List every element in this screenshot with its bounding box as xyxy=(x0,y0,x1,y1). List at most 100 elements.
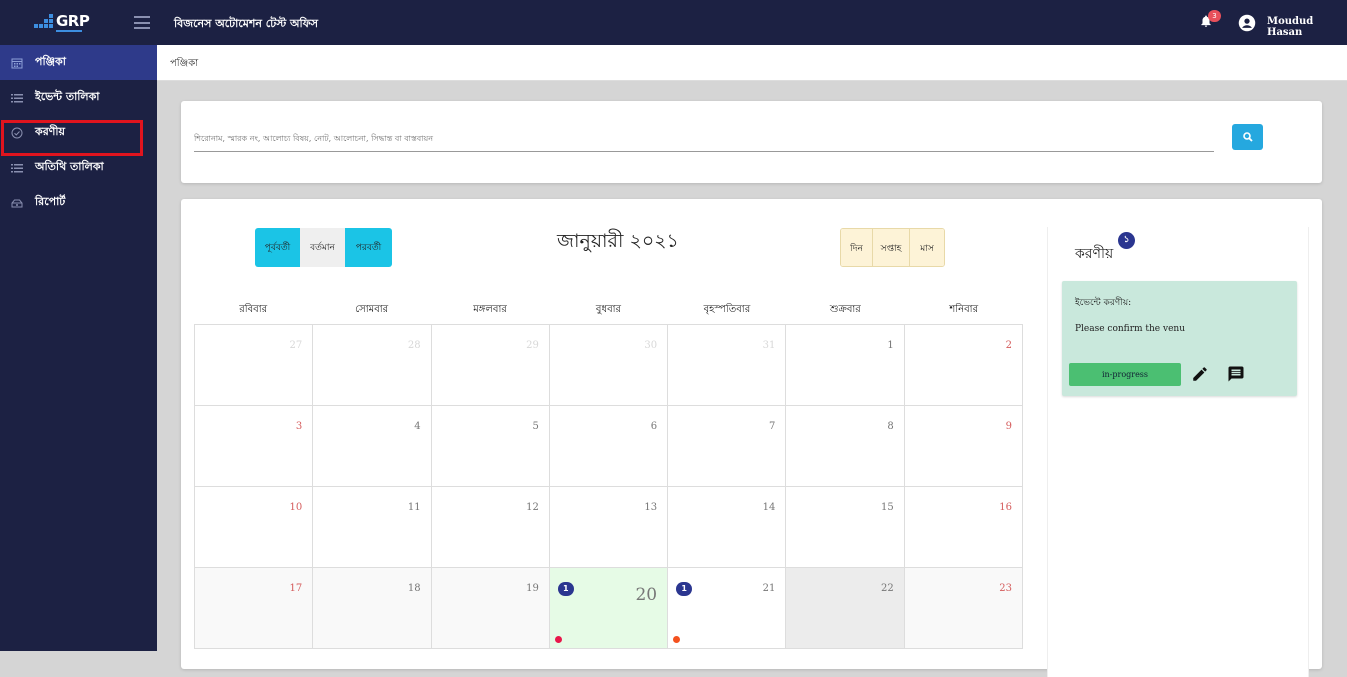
calendar-day-cell[interactable]: 17 xyxy=(195,568,314,649)
calendar-grid: 27 28 29 30 31 1 2 3 4 5 6 7 8 9 10 11 12 13 14 15 16 17 18 19 2… xyxy=(194,324,1023,649)
status-button[interactable]: in-progress xyxy=(1069,363,1181,386)
grp-logo[interactable]: GRP xyxy=(34,11,94,35)
calendar-nav-group: পূর্ববর্তী বর্তমান পরবর্তী xyxy=(255,228,392,267)
calendar-icon xyxy=(11,57,23,69)
calendar-day-cell[interactable]: 13 xyxy=(549,487,669,568)
day-number: 10 xyxy=(289,502,303,513)
calendar-day-cell[interactable]: 28 xyxy=(313,325,432,406)
logo-text: GRP xyxy=(56,12,90,30)
comment-icon[interactable] xyxy=(1227,365,1245,383)
calendar-day-cell[interactable]: 29 xyxy=(431,325,550,406)
edit-pencil-icon[interactable] xyxy=(1191,365,1209,383)
day-number: 16 xyxy=(999,502,1012,513)
calendar-month-title: জানুয়ারী ২০২১ xyxy=(557,230,679,252)
sidebar-item-calendar[interactable]: পঞ্জিকা xyxy=(0,45,157,80)
todo-card-text: Please confirm the venu xyxy=(1075,324,1185,334)
event-dot[interactable] xyxy=(554,636,562,643)
list-icon xyxy=(11,92,23,104)
next-button[interactable]: পরবর্তী xyxy=(345,228,392,267)
calendar-day-cell[interactable]: 6 xyxy=(549,406,669,487)
day-number: 15 xyxy=(880,502,894,513)
day-number: 13 xyxy=(644,502,658,513)
day-number: 29 xyxy=(526,340,539,351)
day-number: 20 xyxy=(635,585,658,605)
calendar-day-cell[interactable]: 12 xyxy=(431,487,550,568)
event-count-badge[interactable]: 1 xyxy=(557,582,574,596)
day-number: 6 xyxy=(650,421,658,432)
calendar-day-cell-today[interactable]: 20 1 xyxy=(549,568,669,649)
calendar-day-cell[interactable]: 22 xyxy=(786,568,905,649)
calendar-day-cell[interactable]: 2 xyxy=(904,325,1023,406)
sidebar-item-label: পঞ্জিকা xyxy=(35,55,66,68)
day-number: 4 xyxy=(414,421,421,432)
user-avatar-icon[interactable] xyxy=(1238,14,1256,32)
calendar-day-cell[interactable]: 14 xyxy=(668,487,787,568)
sidebar-item-label: রিপোর্ট xyxy=(35,195,66,208)
view-month-button[interactable]: মাস xyxy=(910,229,944,266)
day-number: 21 xyxy=(762,583,776,594)
calendar-day-cell[interactable]: 16 xyxy=(904,487,1023,568)
search-button[interactable] xyxy=(1232,124,1263,150)
day-number: 1 xyxy=(887,340,894,351)
calendar-day-cell[interactable]: 31 xyxy=(668,325,787,406)
day-number: 11 xyxy=(407,502,421,513)
calendar-day-cell[interactable]: 3 xyxy=(195,406,314,487)
calendar-day-cell[interactable]: 4 xyxy=(313,406,432,487)
weekday-label: শুক্রবার xyxy=(829,304,861,315)
calendar-view-group: দিন সপ্তাহ মাস xyxy=(840,228,945,267)
calendar-day-cell[interactable]: 1 xyxy=(786,325,905,406)
view-day-button[interactable]: দিন xyxy=(841,229,873,266)
report-icon xyxy=(11,197,23,209)
search-input[interactable] xyxy=(194,126,1214,152)
sidebar-item-label: অতিথি তালিকা xyxy=(35,160,104,173)
search-icon xyxy=(1242,132,1253,142)
sidebar-item-report[interactable]: রিপোর্ট xyxy=(0,185,157,220)
day-number: 14 xyxy=(762,502,776,513)
event-dot[interactable] xyxy=(673,636,681,643)
day-number: 12 xyxy=(526,502,539,513)
search-card xyxy=(181,101,1322,183)
calendar-day-cell[interactable]: 11 xyxy=(313,487,432,568)
view-week-button[interactable]: সপ্তাহ xyxy=(873,229,910,266)
calendar-day-cell[interactable]: 9 xyxy=(904,406,1023,487)
prev-button[interactable]: পূর্ববর্তী xyxy=(255,228,300,267)
notification-bell-icon[interactable]: 3 xyxy=(1199,10,1221,31)
calendar-week-row: 17 18 19 20 1 21 1 22 23 xyxy=(195,568,1023,649)
calendar-day-cell[interactable]: 23 xyxy=(904,568,1023,649)
todo-panel: করণীয় ১ ইভেন্টে করণীয়: Please confirm … xyxy=(1047,227,1309,677)
calendar-day-cell[interactable]: 8 xyxy=(786,406,905,487)
weekday-header: রবিবার সোমবার মঙ্গলবার বুধবার বৃহস্পতিবা… xyxy=(194,302,1023,324)
calendar-day-cell[interactable]: 21 1 xyxy=(668,568,787,649)
calendar-day-cell[interactable]: 10 xyxy=(195,487,314,568)
calendar-day-cell[interactable]: 7 xyxy=(668,406,787,487)
todo-count-badge: ১ xyxy=(1118,232,1135,249)
list-icon xyxy=(11,162,23,174)
calendar-card: পূর্ববর্তী বর্তমান পরবর্তী জানুয়ারী ২০২… xyxy=(181,199,1322,677)
calendar-day-cell[interactable]: 27 xyxy=(195,325,314,406)
sidebar-item-event-list[interactable]: ইভেন্ট তালিকা xyxy=(0,80,157,115)
breadcrumb-current: পঞ্জিকা xyxy=(170,58,199,69)
todo-card[interactable]: ইভেন্টে করণীয়: Please confirm the venu … xyxy=(1062,281,1297,396)
day-number: 23 xyxy=(999,583,1012,594)
weekday-label: শনিবার xyxy=(949,304,979,315)
todo-panel-title: করণীয় xyxy=(1075,246,1114,262)
calendar-day-cell[interactable]: 19 xyxy=(431,568,550,649)
calendar-day-cell[interactable]: 15 xyxy=(786,487,905,568)
menu-toggle-icon[interactable] xyxy=(134,16,150,29)
calendar-day-cell[interactable]: 30 xyxy=(549,325,669,406)
event-count-badge[interactable]: 1 xyxy=(676,582,693,596)
calendar-day-cell[interactable]: 18 xyxy=(313,568,432,649)
day-number: 17 xyxy=(289,583,303,594)
user-name[interactable]: Moudud Hasan xyxy=(1267,16,1347,38)
weekday-label: সোমবার xyxy=(355,304,389,315)
day-number: 5 xyxy=(532,421,539,432)
today-button[interactable]: বর্তমান xyxy=(300,228,345,267)
org-title: বিজনেস অটোমেশন টেস্ট অফিস xyxy=(174,17,319,30)
day-number: 27 xyxy=(289,340,303,351)
calendar-week-row: 10 11 12 13 14 15 16 xyxy=(195,487,1023,568)
highlight-annotation-box xyxy=(1,120,143,156)
calendar-day-cell[interactable]: 5 xyxy=(431,406,550,487)
weekday-label: মঙ্গলবার xyxy=(473,304,507,315)
weekday-label: বুধবার xyxy=(595,304,622,315)
breadcrumb: পঞ্জিকা xyxy=(157,45,1347,81)
